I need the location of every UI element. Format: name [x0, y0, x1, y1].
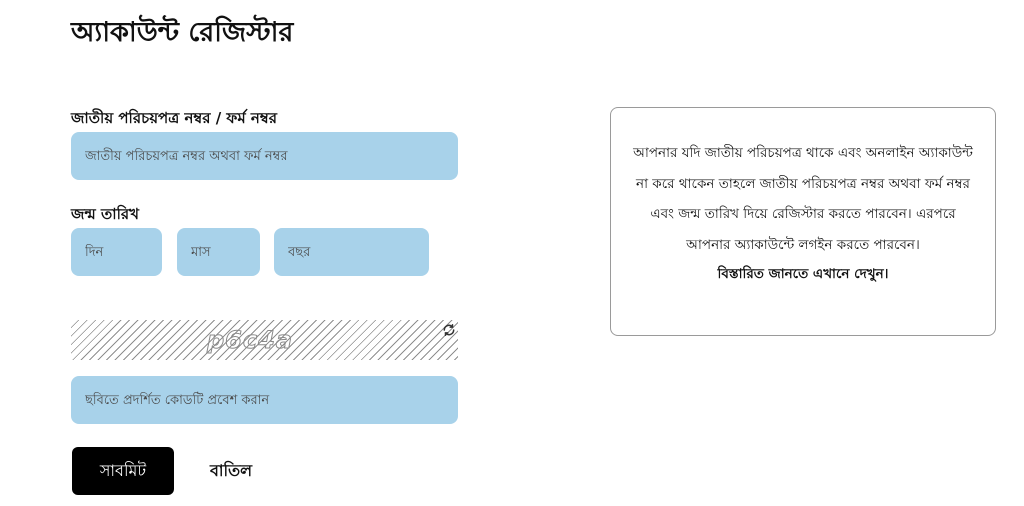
- refresh-icon[interactable]: [441, 322, 457, 338]
- captcha-input[interactable]: [71, 376, 458, 424]
- dob-day-input[interactable]: [71, 228, 162, 276]
- dob-month-input[interactable]: [177, 228, 260, 276]
- nid-label: জাতীয় পরিচয়পত্র নম্বর / ফর্ম নম্বর: [71, 109, 277, 127]
- cancel-button[interactable]: বাতিল: [196, 447, 266, 495]
- captcha-code: p6c4a: [207, 326, 293, 355]
- page-title: অ্যাকাউন্ট রেজিস্টার: [71, 17, 294, 48]
- submit-button[interactable]: সাবমিট: [72, 447, 174, 495]
- details-link[interactable]: বিস্তারিত জানতে এখানে দেখুন।: [633, 260, 973, 288]
- info-panel: আপনার যদি জাতীয় পরিচয়পত্র থাকে এবং অনল…: [610, 107, 996, 336]
- dob-label: জন্ম তারিখ: [71, 205, 139, 223]
- captcha-image: p6c4a: [71, 320, 458, 360]
- nid-input[interactable]: [71, 132, 458, 180]
- dob-year-input[interactable]: [274, 228, 429, 276]
- info-text: আপনার যদি জাতীয় পরিচয়পত্র থাকে এবং অনল…: [633, 145, 973, 253]
